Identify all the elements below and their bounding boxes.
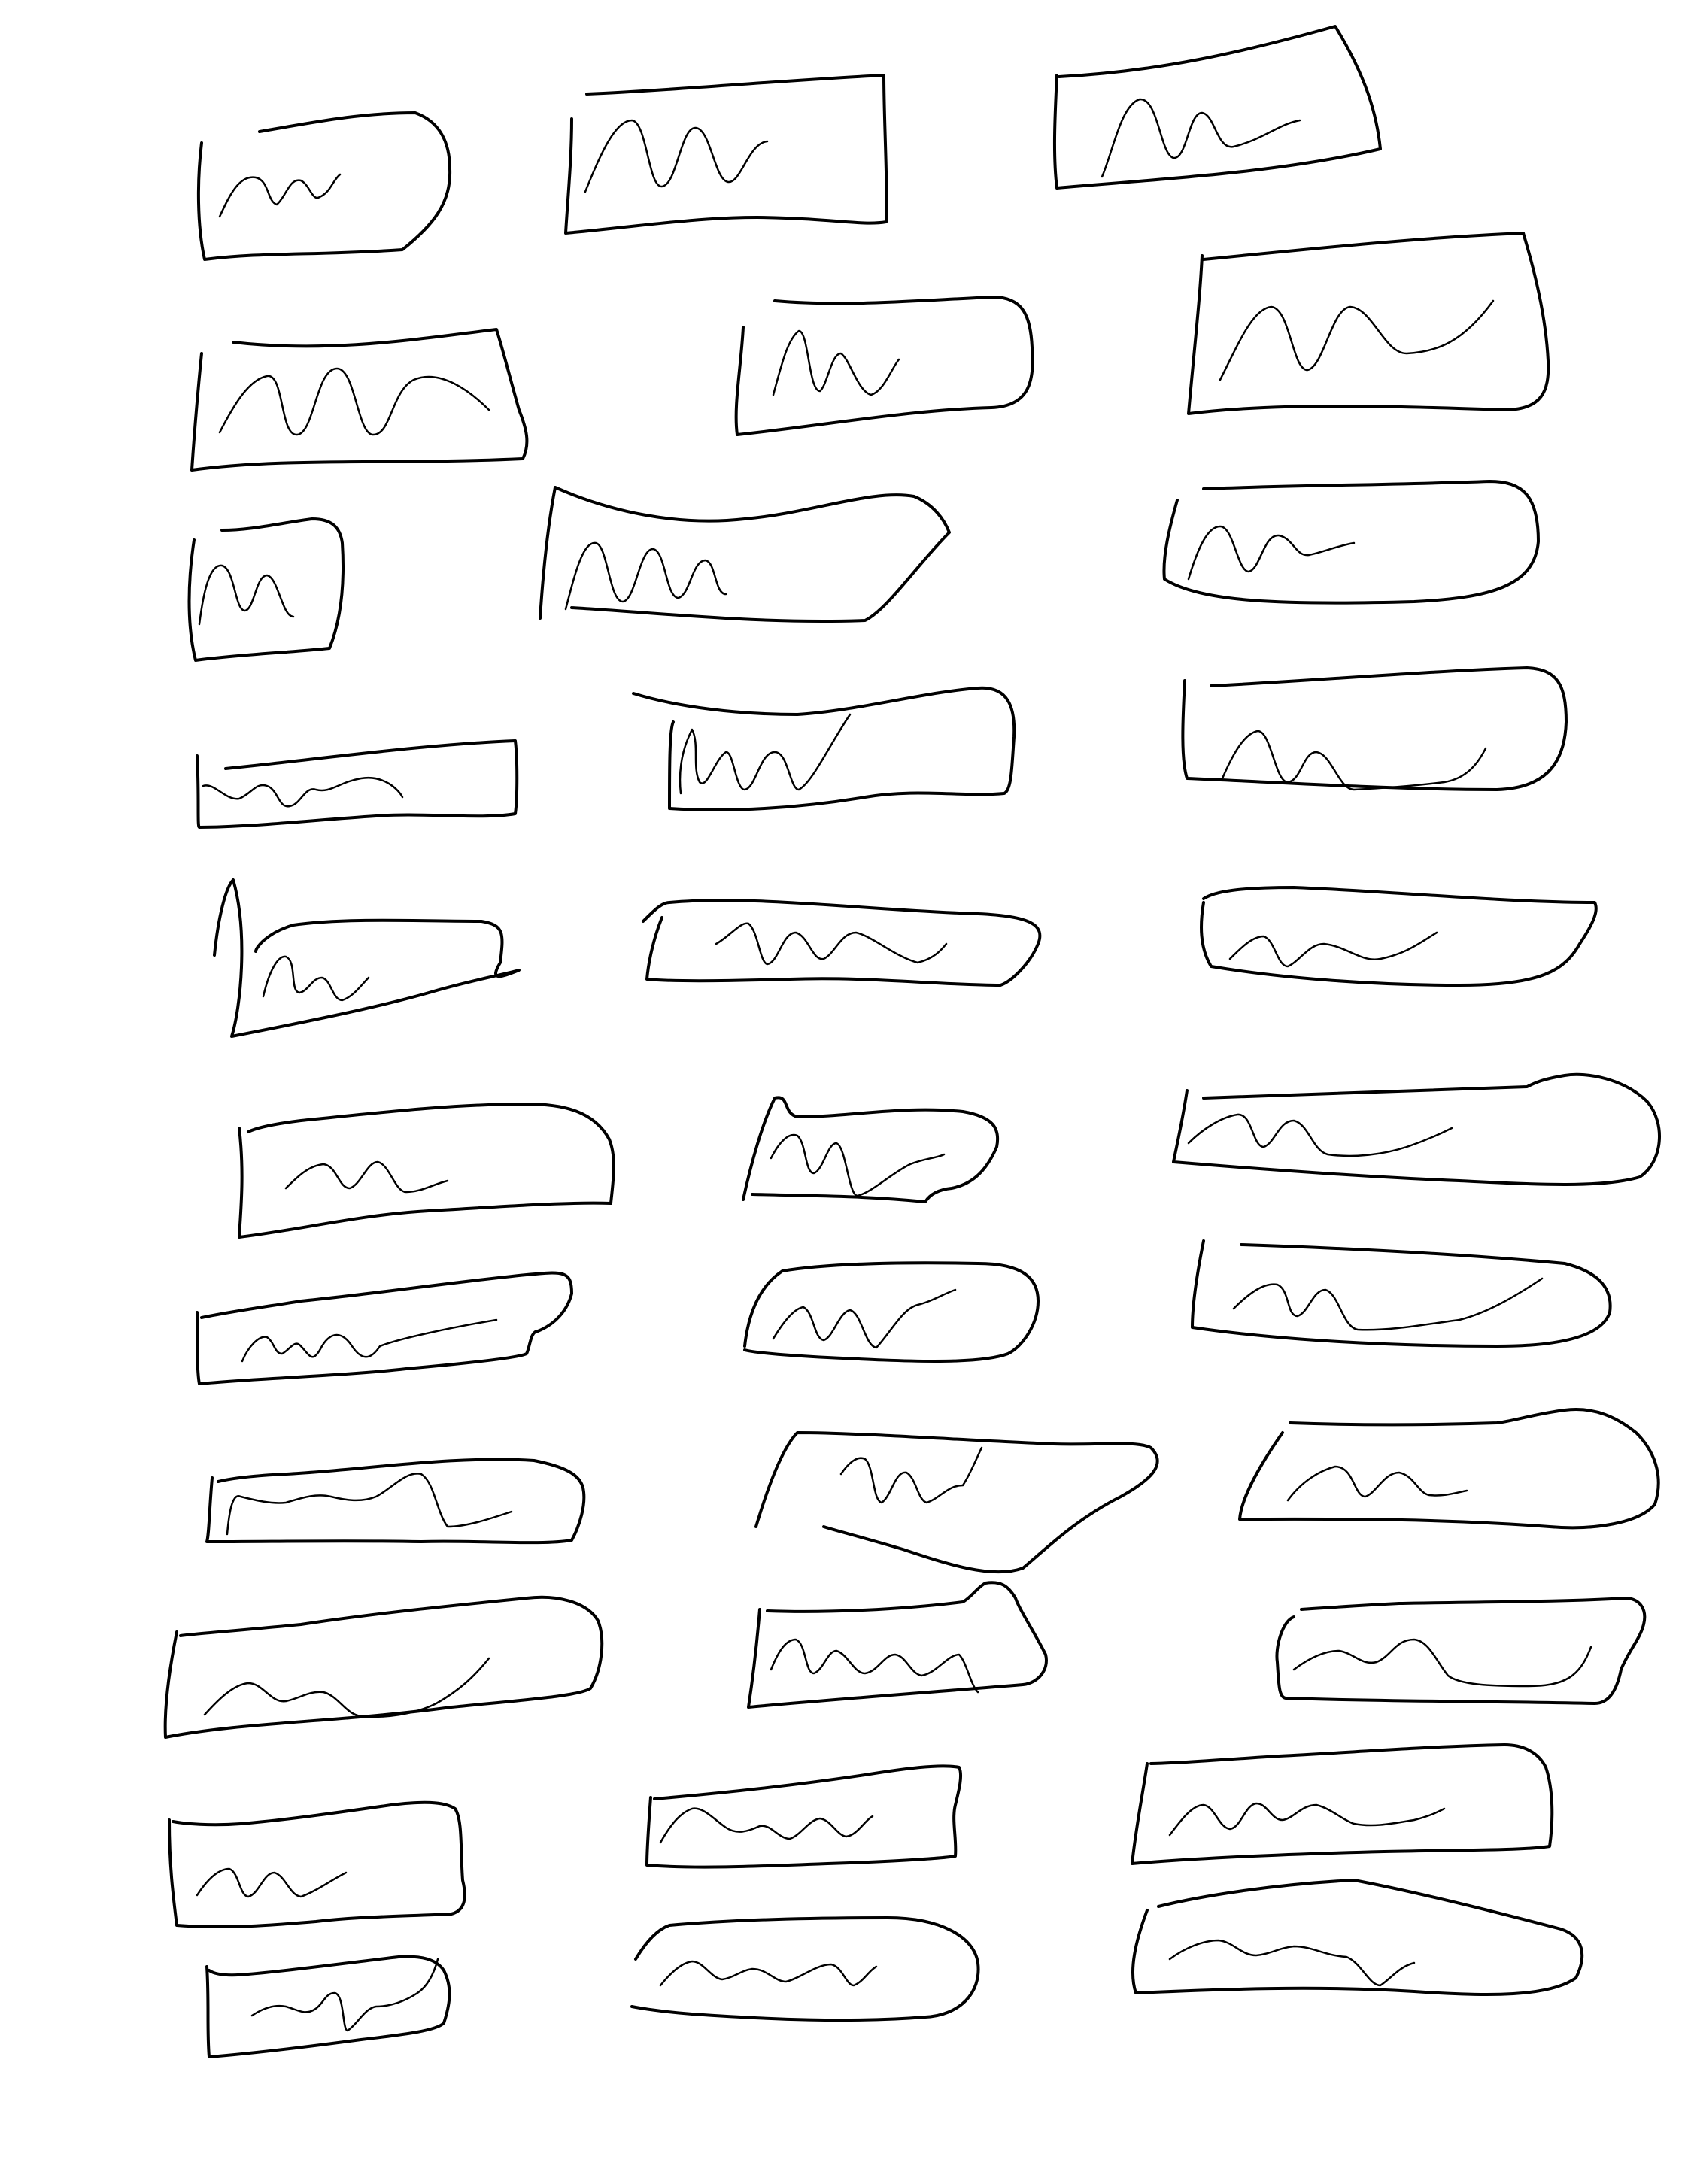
canvas-background bbox=[0, 0, 1688, 2184]
sketch-canvas bbox=[0, 0, 1688, 2184]
